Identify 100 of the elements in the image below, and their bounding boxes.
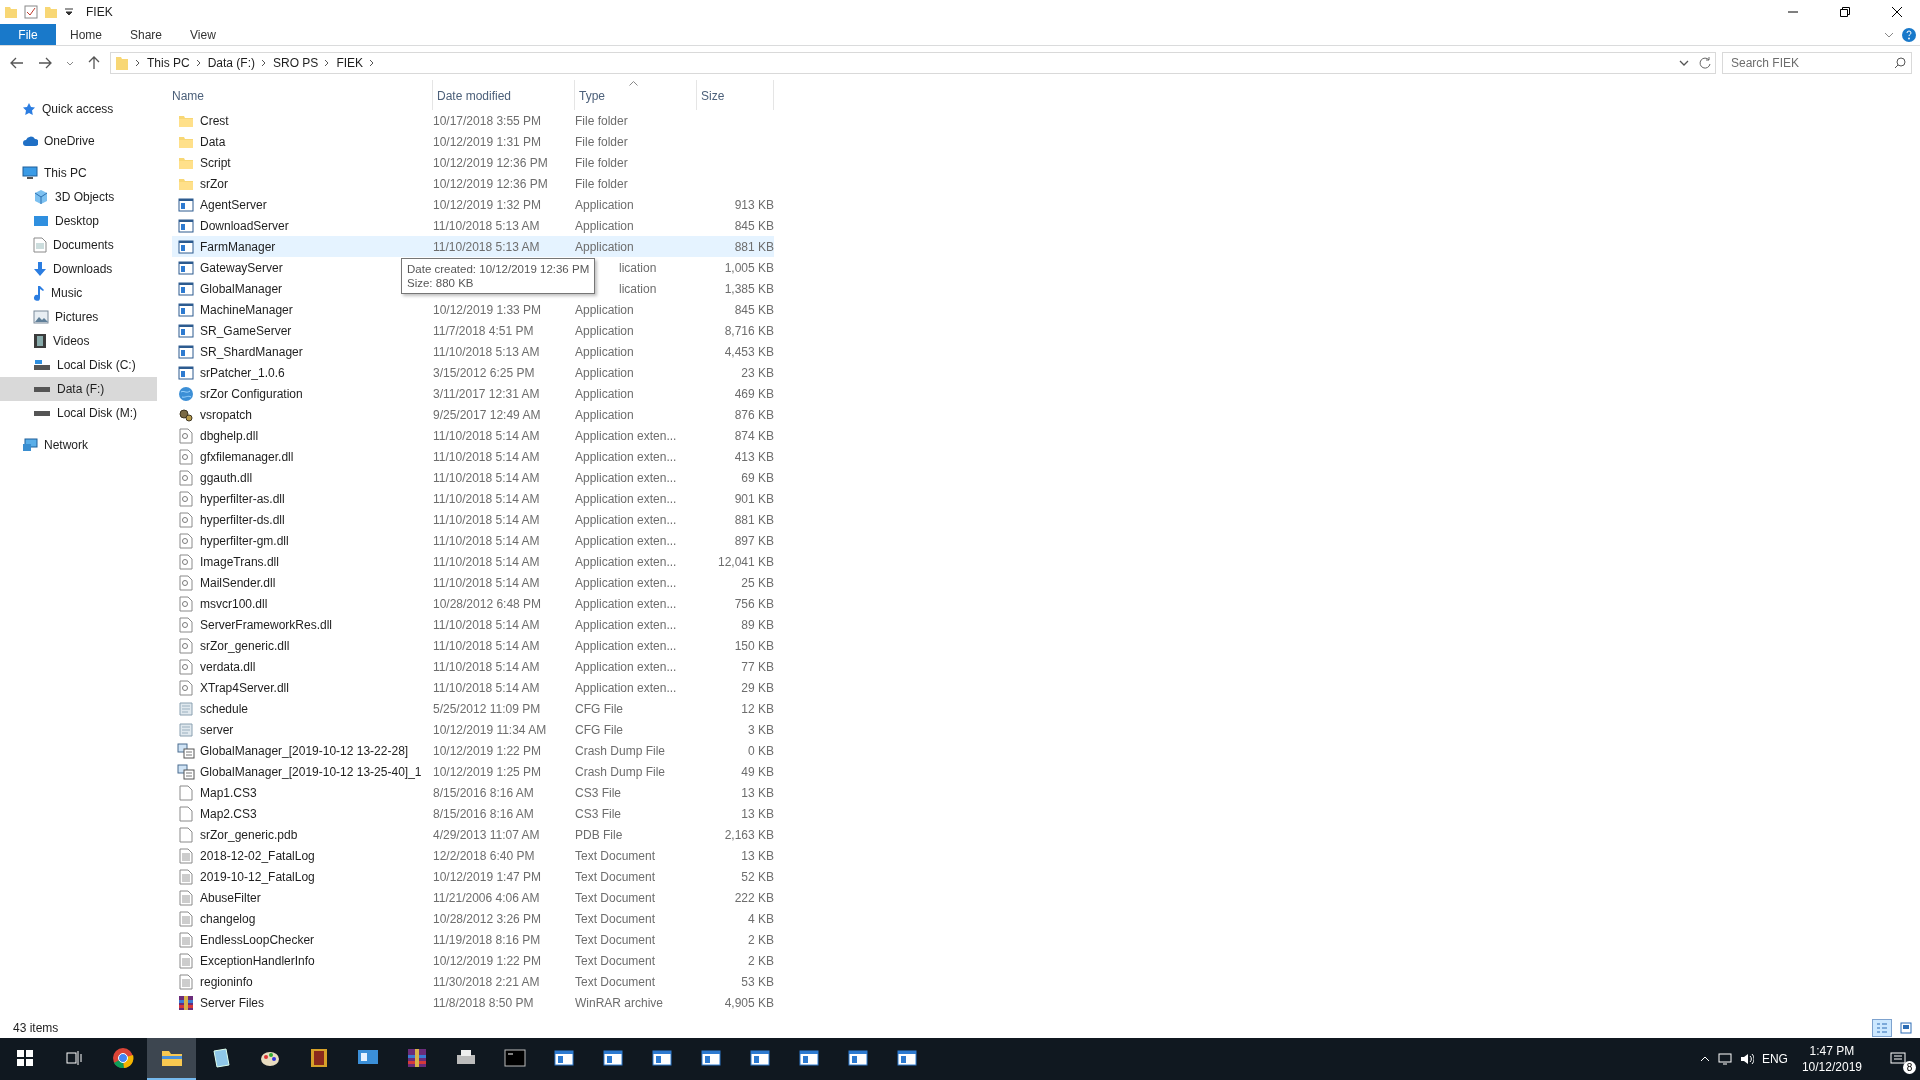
- sidebar-item[interactable]: Desktop: [0, 209, 157, 233]
- file-name: 2018-12-02_FatalLog: [200, 848, 315, 863]
- sidebar-item[interactable]: Videos: [0, 329, 157, 353]
- tooltip-line: Size: 880 KB: [407, 276, 474, 290]
- date-modified: 11/7/2018 4:51 PM: [433, 323, 534, 338]
- file-size: 913 KB: [734, 197, 774, 212]
- file-name: changelog: [200, 911, 256, 926]
- file-name: GlobalManager_[2019-10-12 13-25-40]_1: [200, 764, 422, 779]
- sidebar-item[interactable]: Pictures: [0, 305, 157, 329]
- file-size: 12,041 KB: [717, 554, 774, 569]
- file-type: Text Document: [575, 869, 656, 884]
- column-header[interactable]: Name: [172, 80, 433, 110]
- file-name: hyperfilter-gm.dll: [200, 533, 289, 548]
- date-modified: 4/29/2013 11:07 AM: [433, 827, 540, 842]
- date-modified: 10/12/2019 1:22 PM: [433, 743, 542, 758]
- date-modified: 11/10/2018 5:14 AM: [433, 449, 540, 464]
- column-header[interactable]: Type: [575, 80, 697, 110]
- file-row[interactable]: FarmManager 11/10/2018 5:13 AM Application 881 KB: [172, 236, 774, 257]
- file-size: 23 KB: [741, 365, 774, 380]
- address-bar[interactable]: This PC Data (F:) SRO PS FIEK: [110, 52, 1716, 74]
- file-type: CFG File: [575, 701, 623, 716]
- file-size: 3 KB: [748, 722, 774, 737]
- file-size: 77 KB: [741, 659, 774, 674]
- file-size: 469 KB: [734, 386, 774, 401]
- file-type: Application exten...: [575, 638, 677, 653]
- ribbon-tab[interactable]: Home: [56, 24, 116, 45]
- date-modified: 11/10/2018 5:13 AM: [433, 218, 540, 233]
- file-name: SR_ShardManager: [200, 344, 303, 359]
- sidebar-item[interactable]: Network: [0, 433, 157, 457]
- clock-date[interactable]: 10/12/2019: [1801, 1060, 1862, 1074]
- date-modified: 10/12/2019 12:36 PM: [433, 176, 548, 191]
- date-modified: 8/15/2016 8:16 AM: [433, 785, 534, 800]
- sidebar-item[interactable]: OneDrive: [0, 129, 157, 153]
- file-type: PDB File: [575, 827, 623, 842]
- column-header[interactable]: Size: [697, 80, 774, 110]
- file-size: 2 KB: [748, 932, 774, 947]
- file-type: WinRAR archive: [575, 995, 664, 1010]
- file-type: Application exten...: [575, 554, 677, 569]
- date-modified: 11/10/2018 5:14 AM: [433, 428, 540, 443]
- file-size: 4,905 KB: [724, 995, 774, 1010]
- file-name: FarmManager: [200, 239, 276, 254]
- file-type: Application: [575, 302, 634, 317]
- date-modified: 12/2/2018 6:40 PM: [433, 848, 535, 863]
- file-type: Application exten...: [575, 470, 677, 485]
- ribbon-tab[interactable]: View: [176, 24, 230, 45]
- file-size: 89 KB: [741, 617, 774, 632]
- sidebar-item[interactable]: This PC: [0, 161, 157, 185]
- file-type: Application: [575, 218, 634, 233]
- sidebar-item[interactable]: Downloads: [0, 257, 157, 281]
- file-type: Text Document: [575, 953, 656, 968]
- date-modified: 10/12/2019 1:31 PM: [433, 134, 542, 149]
- sidebar-item[interactable]: 3D Objects: [0, 185, 157, 209]
- file-name: GlobalManager: [200, 281, 283, 296]
- item-count: 43 items: [13, 1020, 60, 1035]
- tooltip-line: Date created: 10/12/2019 12:36 PM: [407, 262, 590, 276]
- search-field[interactable]: Search FIEK: [1722, 52, 1912, 74]
- sidebar-item[interactable]: Music: [0, 281, 157, 305]
- sidebar-item[interactable]: Local Disk (C:): [0, 353, 157, 377]
- file-type: Application exten...: [575, 449, 677, 464]
- ribbon-tab[interactable]: Share: [116, 24, 177, 45]
- breadcrumb[interactable]: FIEK: [336, 56, 364, 70]
- sidebar-item[interactable]: Documents: [0, 233, 157, 257]
- file-size: 756 KB: [734, 596, 774, 611]
- sidebar-item[interactable]: Data (F:): [0, 377, 157, 401]
- file-name: srZor_generic.dll: [200, 638, 290, 653]
- file-size: 901 KB: [734, 491, 774, 506]
- file-name: ImageTrans.dll: [200, 554, 279, 569]
- file-type: Application: [575, 197, 634, 212]
- file-type: Application: [575, 365, 634, 380]
- breadcrumb[interactable]: Data (F:): [207, 56, 256, 70]
- file-name: hyperfilter-as.dll: [200, 491, 285, 506]
- breadcrumb[interactable]: This PC: [147, 56, 190, 70]
- date-modified: 11/10/2018 5:14 AM: [433, 659, 540, 674]
- file-type: Application exten...: [575, 617, 677, 632]
- breadcrumb[interactable]: SRO PS: [273, 56, 319, 70]
- file-type: Text Document: [575, 890, 656, 905]
- file-type: Text Document: [575, 911, 656, 926]
- date-modified: 10/17/2018 3:55 PM: [433, 113, 542, 128]
- file-name: 2019-10-12_FatalLog: [200, 869, 315, 884]
- sidebar-item[interactable]: Local Disk (M:): [0, 401, 157, 425]
- sidebar-item[interactable]: Quick access: [0, 97, 157, 121]
- date-modified: 5/25/2012 11:09 PM: [433, 701, 541, 716]
- file-size: 0 KB: [748, 743, 774, 758]
- file-size: 13 KB: [741, 785, 774, 800]
- file-type: lication: [619, 260, 657, 275]
- date-modified: 11/10/2018 5:14 AM: [433, 533, 540, 548]
- language-indicator[interactable]: ENG: [1761, 1052, 1788, 1066]
- date-modified: 11/8/2018 8:50 PM: [433, 995, 534, 1010]
- file-type: Application exten...: [575, 428, 677, 443]
- file-size: 413 KB: [734, 449, 774, 464]
- file-size: 52 KB: [741, 869, 774, 884]
- file-name: DownloadServer: [200, 218, 289, 233]
- file-size: 69 KB: [741, 470, 774, 485]
- file-name: EndlessLoopChecker: [200, 932, 315, 947]
- file-name: schedule: [200, 701, 249, 716]
- action-center-button[interactable]: 8: [1876, 1038, 1920, 1080]
- clock-time[interactable]: 1:47 PM: [1809, 1044, 1855, 1058]
- file-type: Application: [575, 407, 634, 422]
- file-size: 8,716 KB: [724, 323, 774, 338]
- column-header[interactable]: Date modified: [433, 80, 575, 110]
